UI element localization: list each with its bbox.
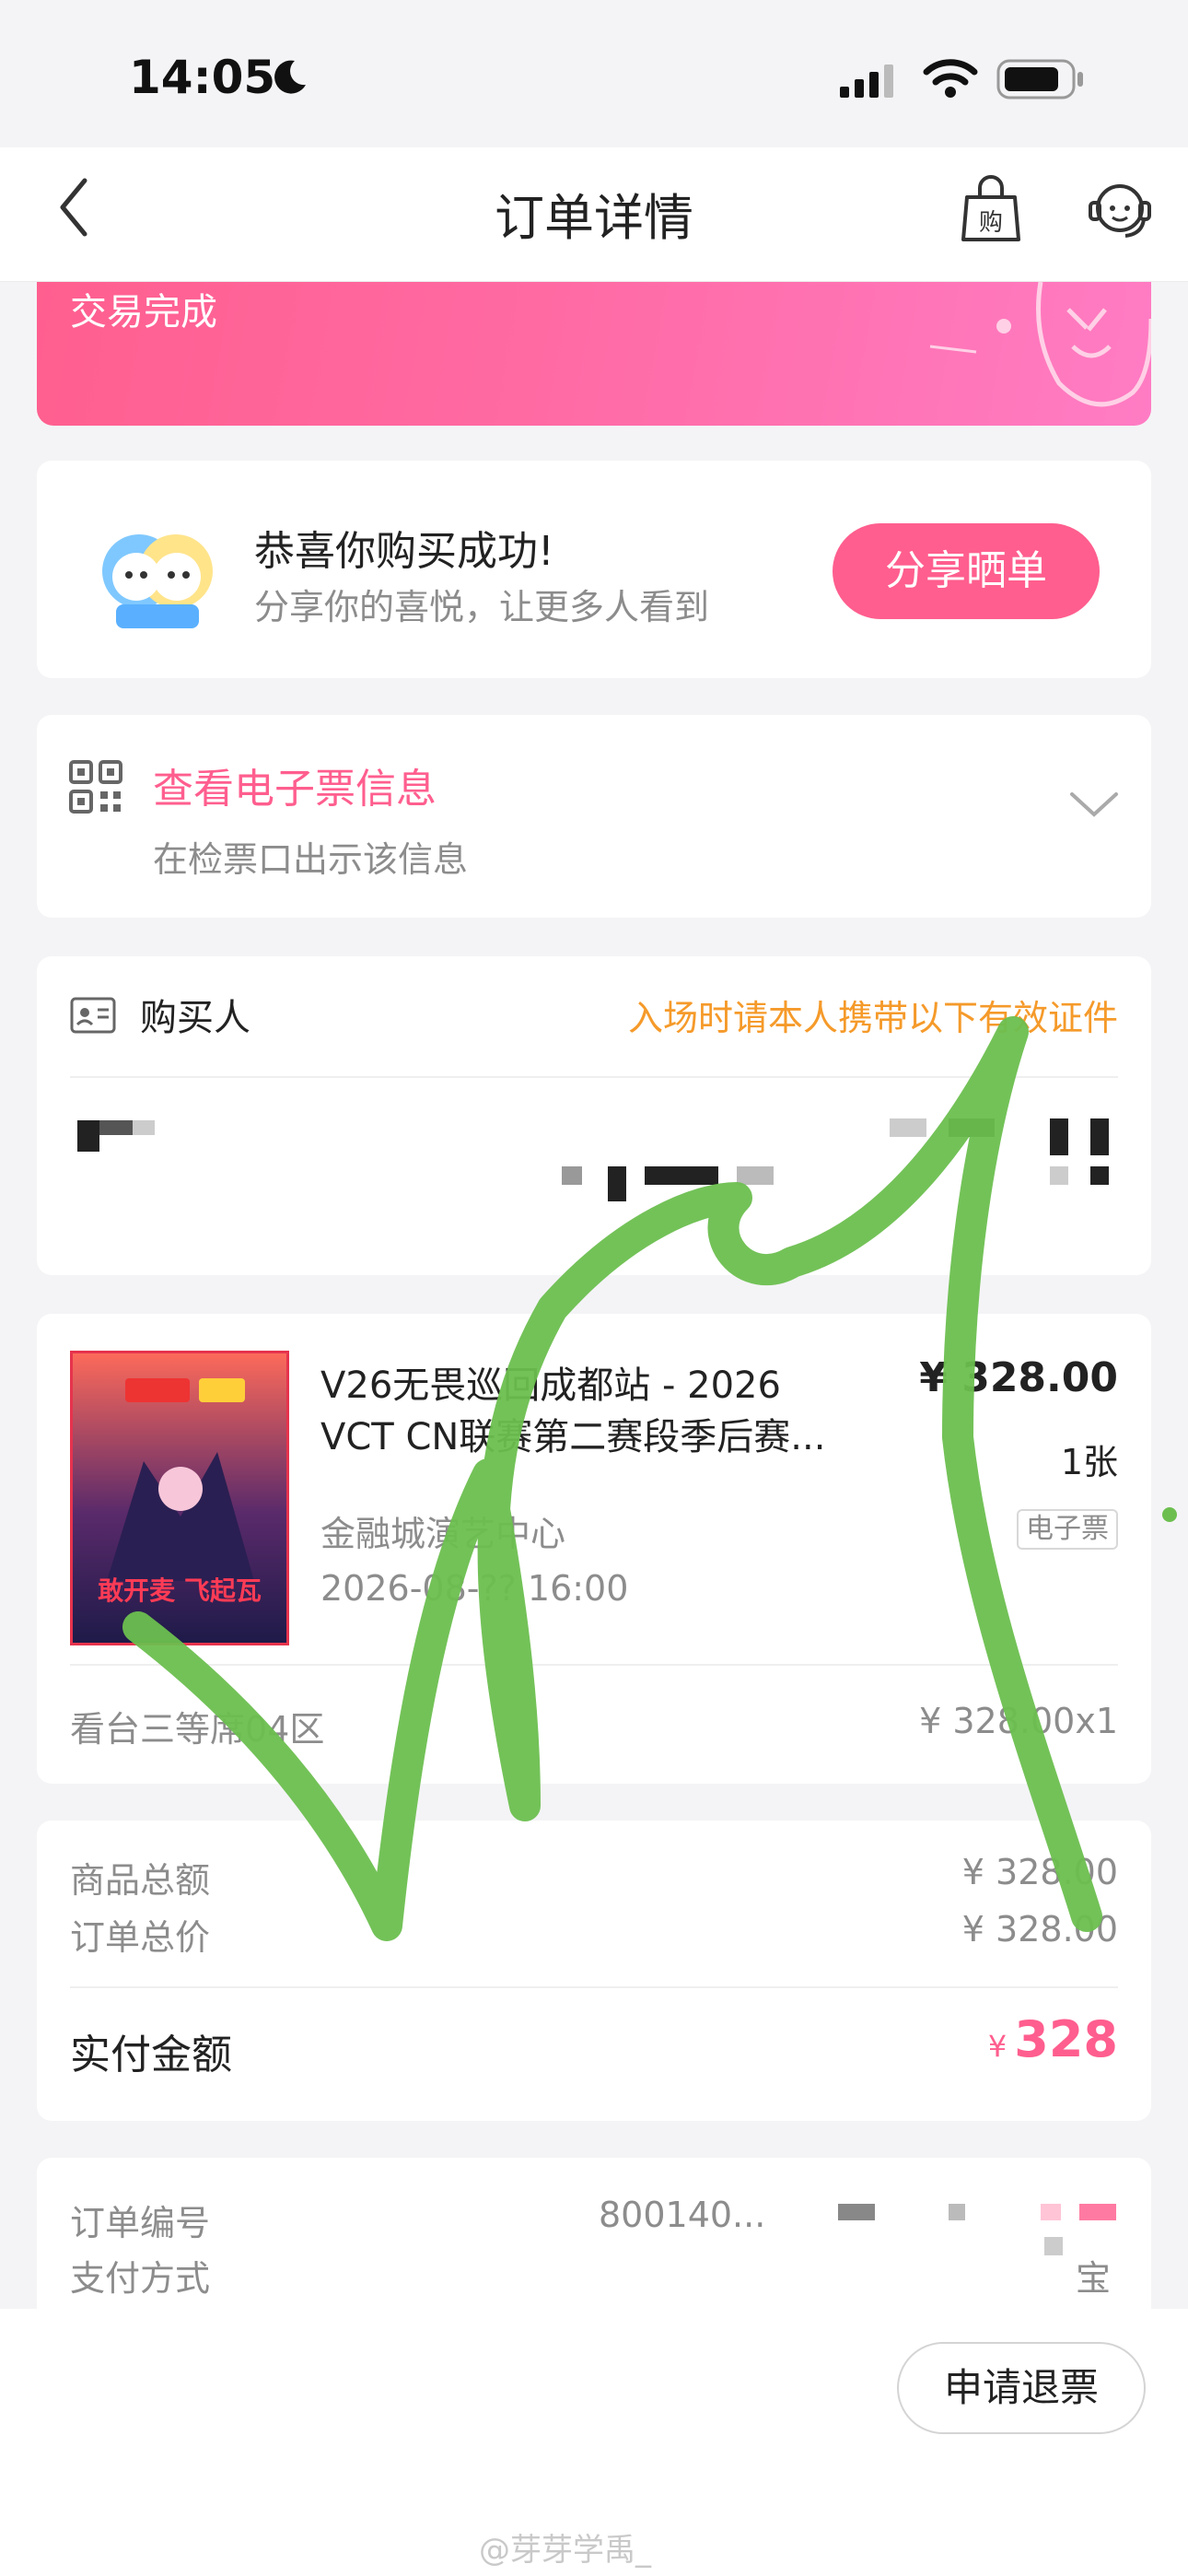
customer-service-icon[interactable] xyxy=(1085,175,1155,245)
cellular-signal-icon xyxy=(840,64,893,98)
order-total-value: ¥ 328.00 xyxy=(961,1909,1118,1950)
event-card[interactable]: 敢开麦 飞起瓦 V26无畏巡回成都站 - 2026 VCT CN联赛第二赛段季后… xyxy=(37,1314,1151,1784)
eticket-card[interactable]: 查看电子票信息 在检票口出示该信息 xyxy=(37,715,1151,918)
ticket-price: ¥ 328.00 xyxy=(919,1354,1118,1401)
buyer-card: 购买人 入场时请本人携带以下有效证件 xyxy=(37,956,1151,1275)
paid-amount-value: ¥328 xyxy=(988,2010,1118,2068)
share-order-button[interactable]: 分享晒单 xyxy=(833,523,1100,619)
divider xyxy=(70,1076,1118,1078)
status-time: 14:05 xyxy=(129,51,276,104)
battery-icon xyxy=(996,59,1083,100)
pay-method-value: 宝 xyxy=(1075,2258,1111,2299)
pay-method-label: 支付方式 xyxy=(70,2258,211,2299)
divider xyxy=(70,1986,1118,1988)
buyer-label: 购买人 xyxy=(140,997,250,1039)
svg-text:购: 购 xyxy=(979,209,1003,237)
paid-amount: 328 xyxy=(1014,2010,1118,2068)
mascot-outline-icon xyxy=(929,282,1151,407)
event-poster-image[interactable]: 敢开麦 飞起瓦 xyxy=(70,1351,289,1645)
ticket-quantity: 1张 xyxy=(1060,1442,1118,1482)
order-status-banner: 交易完成 xyxy=(37,282,1151,426)
shopping-bag-icon[interactable]: 购 xyxy=(958,175,1024,245)
chevron-down-icon[interactable] xyxy=(1068,790,1120,820)
order-number-label: 订单编号 xyxy=(70,2203,211,2243)
mascot-icon xyxy=(102,534,213,628)
buyer-id-note: 入场时请本人携带以下有效证件 xyxy=(627,998,1118,1038)
watermark-text: @芽芽学禹_ xyxy=(479,2532,651,2569)
goods-total-value: ¥ 328.00 xyxy=(961,1852,1118,1892)
congrats-title: 恭喜你购买成功! xyxy=(254,528,554,575)
event-venue: 金融城演艺中心 xyxy=(320,1514,566,1554)
scribble-dot xyxy=(1162,1507,1177,1522)
goods-total-label: 商品总额 xyxy=(70,1860,211,1901)
event-title[interactable]: V26无畏巡回成都站 - 2026 VCT CN联赛第二赛段季后赛... xyxy=(320,1360,836,1463)
divider xyxy=(70,1664,1118,1666)
order-total-label: 订单总价 xyxy=(70,1917,211,1958)
paid-amount-label: 实付金额 xyxy=(70,2032,232,2078)
paid-currency: ¥ xyxy=(987,2029,1007,2064)
moon-icon xyxy=(274,60,306,94)
id-card-icon xyxy=(70,997,116,1034)
wifi-icon xyxy=(923,59,978,98)
ticket-type-badge: 电子票 xyxy=(1017,1509,1118,1550)
eticket-subtitle: 在检票口出示该信息 xyxy=(153,839,469,880)
order-number-value: 800140... xyxy=(599,2195,766,2235)
buyer-name-redacted xyxy=(77,1120,160,1152)
poster-caption: 敢开麦 飞起瓦 xyxy=(98,1575,262,1606)
order-status-text: 交易完成 xyxy=(70,291,217,334)
share-card: 恭喜你购买成功! 分享你的喜悦，让更多人看到 分享晒单 xyxy=(37,461,1151,678)
congrats-subtitle: 分享你的喜悦，让更多人看到 xyxy=(254,587,710,627)
price-summary-card: 商品总额 ¥ 328.00 订单总价 ¥ 328.00 实付金额 ¥328 xyxy=(37,1821,1151,2121)
event-datetime: 2026-08-?? 16:00 xyxy=(320,1568,629,1609)
refund-request-button[interactable]: 申请退票 xyxy=(897,2342,1146,2434)
seat-price: ¥ 328.00x1 xyxy=(919,1701,1118,1741)
eticket-title[interactable]: 查看电子票信息 xyxy=(153,755,437,814)
buyer-id-redacted xyxy=(562,1118,1114,1201)
seat-area: 看台三等席04区 xyxy=(70,1709,325,1750)
qr-code-icon xyxy=(69,760,122,814)
